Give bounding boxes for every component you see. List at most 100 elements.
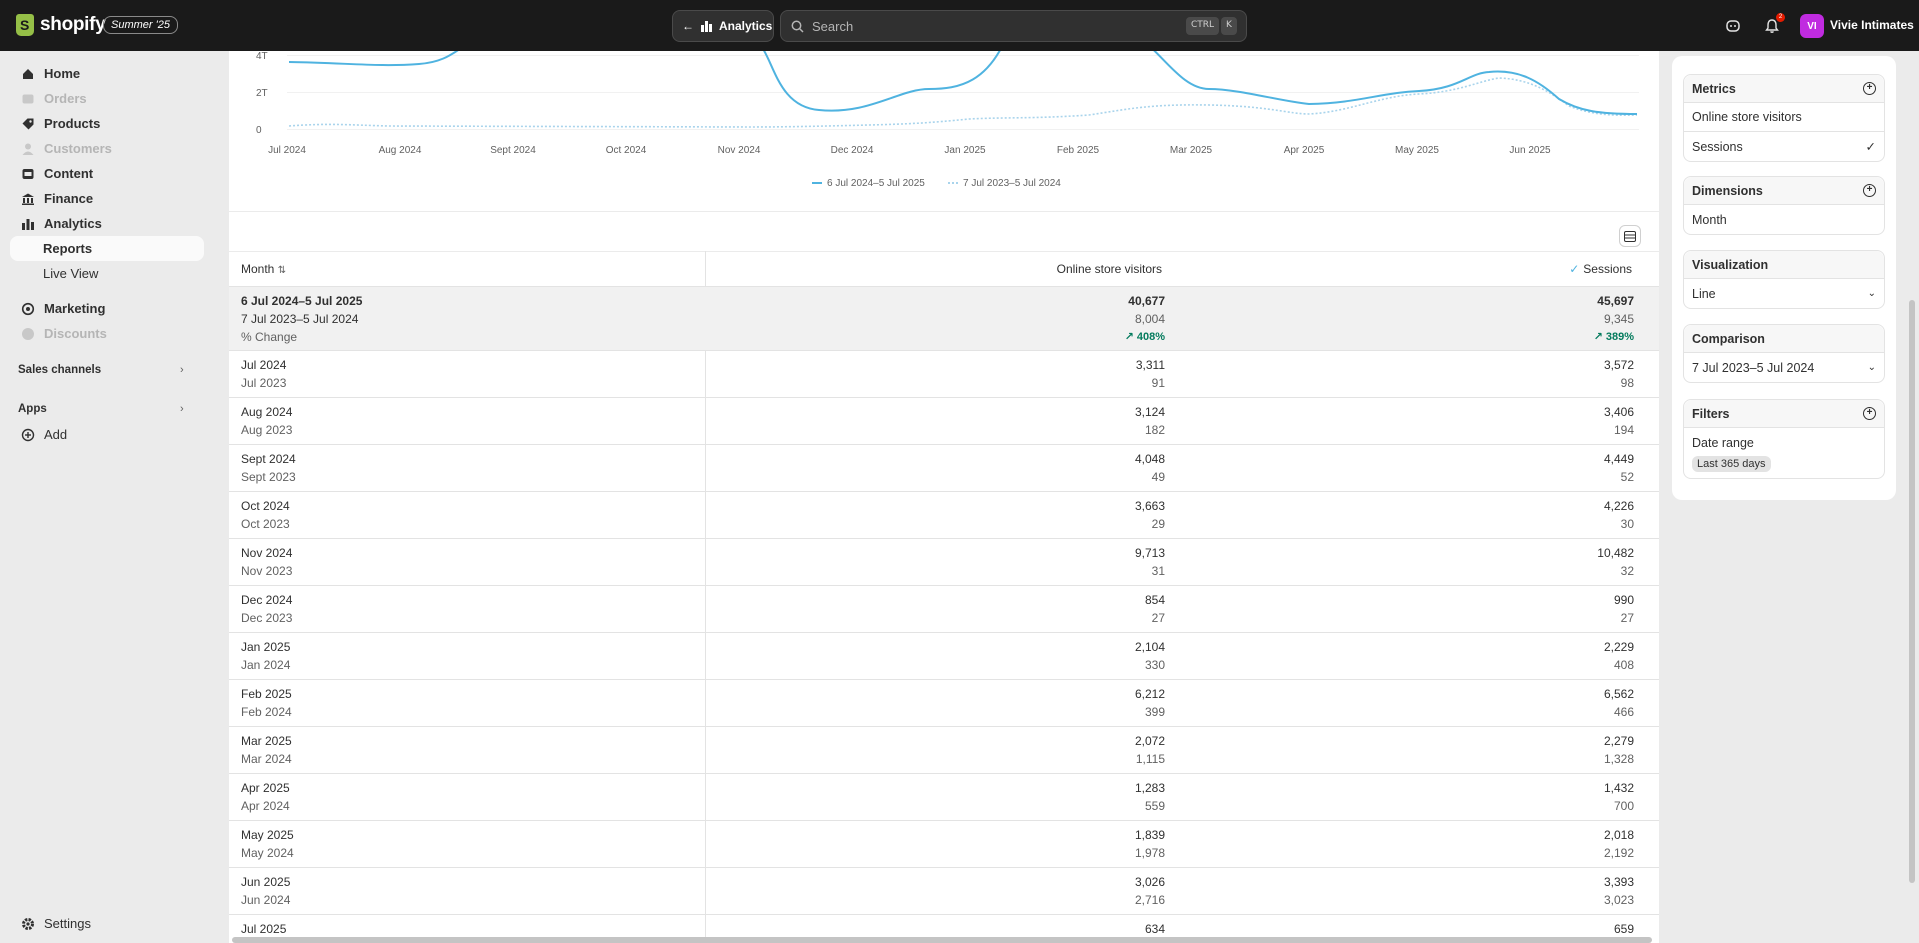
row-month: Apr 2025	[241, 781, 290, 795]
row-sessions-previous: 194	[1613, 423, 1634, 437]
bell-icon[interactable]: 2	[1762, 13, 1785, 36]
add-dimension-icon[interactable]: +	[1863, 184, 1876, 197]
vertical-scrollbar[interactable]	[1909, 300, 1915, 883]
row-sessions-previous: 98	[1620, 376, 1634, 390]
sidebar-item-label: Content	[44, 166, 94, 181]
edition-badge[interactable]: Summer '25	[103, 16, 178, 34]
sales-channels-heading[interactable]: Sales channels	[18, 364, 101, 376]
avatar[interactable]: VI	[1800, 14, 1824, 38]
row-month-previous: Mar 2024	[241, 752, 292, 766]
filter-date-range[interactable]: Date range Last 365 days	[1684, 428, 1884, 478]
row-online-previous: 2,716	[1134, 893, 1165, 907]
shopify-bag-icon	[16, 14, 34, 36]
bank-icon	[20, 191, 35, 206]
column-header-month[interactable]: Month ⇅	[241, 262, 286, 276]
chevron-right-icon[interactable]: ›	[180, 364, 184, 376]
chevron-down-icon: ⌄	[1867, 288, 1876, 299]
row-month: Dec 2024	[241, 593, 293, 607]
row-sessions-current: 1,432	[1603, 781, 1634, 795]
metric-sessions[interactable]: Sessions ✓	[1684, 132, 1884, 161]
check-icon: ✓	[1865, 140, 1876, 154]
column-header-online-visitors[interactable]: Online store visitors	[1057, 262, 1162, 276]
sidebar-item-finance[interactable]: Finance	[10, 186, 204, 211]
sort-icon[interactable]: ⇅	[278, 265, 286, 276]
sidebar-item-analytics[interactable]: Analytics	[10, 211, 204, 236]
apps-heading[interactable]: Apps	[18, 403, 47, 415]
inbox-icon	[20, 91, 35, 106]
row-sessions-current: 990	[1613, 593, 1634, 607]
row-online-current: 9,713	[1134, 546, 1165, 560]
sidebar-item-label: Home	[44, 66, 81, 81]
sidebar-item-products[interactable]: Products	[10, 111, 204, 136]
x-tick-label: Aug 2024	[379, 145, 422, 156]
sidebar-item-add[interactable]: Add	[10, 422, 204, 447]
notification-count: 2	[1776, 13, 1785, 22]
filter-tag[interactable]: Last 365 days	[1692, 456, 1771, 472]
dimension-month[interactable]: Month	[1684, 205, 1884, 234]
x-tick-label: Sept 2024	[490, 145, 536, 156]
row-month: Nov 2024	[241, 546, 293, 560]
row-online-current: 3,311	[1135, 358, 1165, 372]
shopify-logo[interactable]: shopify	[16, 14, 106, 36]
report-settings-panel: Metrics + Online store visitors Sessions ✓…	[1672, 56, 1896, 500]
metric-online-visitors[interactable]: Online store visitors	[1684, 103, 1884, 132]
comparison-select[interactable]: 7 Jul 2023–5 Jul 2024 ⌄	[1684, 353, 1884, 382]
sidebar-item-home[interactable]: Home	[10, 61, 204, 86]
row-sessions-previous: 3,023	[1603, 893, 1634, 907]
row-sessions-previous: 27	[1620, 611, 1634, 625]
row-sessions-current: 4,226	[1603, 499, 1634, 513]
row-sessions-previous: 408	[1613, 658, 1634, 672]
sidekick-icon[interactable]	[1723, 16, 1743, 36]
chevron-right-icon[interactable]: ›	[180, 403, 184, 415]
sidebar-item-marketing[interactable]: Marketing	[10, 296, 204, 321]
x-tick-label: May 2025	[1395, 145, 1439, 156]
metrics-title: Metrics	[1692, 81, 1736, 96]
row-month-previous: Feb 2024	[241, 705, 292, 719]
table-settings-icon[interactable]	[1619, 225, 1641, 247]
plus-circle-icon	[20, 427, 35, 442]
row-sessions-previous: 700	[1613, 799, 1634, 813]
row-online-previous: 27	[1151, 611, 1165, 625]
bar-chart-icon	[701, 21, 712, 32]
y-tick-label: 0	[256, 125, 262, 136]
dimensions-title: Dimensions	[1692, 183, 1763, 198]
y-tick-label: 2T	[256, 88, 268, 99]
row-online-previous: 1,115	[1135, 752, 1165, 766]
sidebar: Home Orders Products Customers Content F…	[0, 51, 216, 943]
search-icon	[791, 20, 804, 33]
sidebar-item-orders[interactable]: Orders	[10, 86, 204, 111]
row-month-previous: Jan 2024	[241, 658, 291, 672]
row-online-previous: 1,978	[1134, 846, 1165, 860]
row-online-previous: 559	[1144, 799, 1165, 813]
table-row: May 2025 May 2024 1,839 1,978 2,018 2,192	[229, 821, 1659, 868]
table-header: Month ⇅ Online store visitors ✓ Sessions	[229, 251, 1659, 287]
row-month: Jul 2025	[241, 922, 287, 936]
sidebar-item-content[interactable]: Content	[10, 161, 204, 186]
back-to-analytics-button[interactable]: ← Analytics	[672, 10, 774, 42]
store-name[interactable]: Vivie Intimates	[1830, 18, 1914, 32]
row-month-previous: Aug 2023	[241, 423, 293, 437]
sidebar-item-live-view[interactable]: Live View	[10, 261, 204, 286]
sidebar-item-customers[interactable]: Customers	[10, 136, 204, 161]
add-filter-icon[interactable]: +	[1863, 407, 1876, 420]
horizontal-scrollbar[interactable]	[232, 937, 1652, 943]
x-tick-label: Jul 2024	[268, 145, 306, 156]
row-sessions-previous: 32	[1620, 564, 1634, 578]
table-row: Apr 2025 Apr 2024 1,283 559 1,432 700	[229, 774, 1659, 821]
row-sessions-current: 2,229	[1603, 640, 1634, 654]
sidebar-item-settings[interactable]: Settings	[10, 911, 204, 936]
sidebar-item-label: Marketing	[44, 301, 106, 316]
visualization-select[interactable]: Line ⌄	[1684, 279, 1884, 308]
column-header-sessions[interactable]: ✓ Sessions	[1569, 262, 1632, 276]
sidebar-item-reports[interactable]: Reports	[10, 236, 204, 261]
search-bar[interactable]: Search CTRL K	[780, 10, 1247, 42]
sidebar-item-discounts[interactable]: Discounts	[10, 321, 204, 346]
add-metric-icon[interactable]: +	[1863, 82, 1876, 95]
row-online-current: 854	[1144, 593, 1165, 607]
row-online-current: 3,026	[1134, 875, 1165, 889]
row-sessions-previous: 2,192	[1603, 846, 1634, 860]
sidebar-item-label: Discounts	[44, 326, 107, 341]
row-month-previous: Jul 2023	[241, 376, 287, 390]
summary-row: 6 Jul 2024–5 Jul 2025 7 Jul 2023–5 Jul 2…	[229, 287, 1659, 351]
gear-icon	[20, 916, 35, 931]
